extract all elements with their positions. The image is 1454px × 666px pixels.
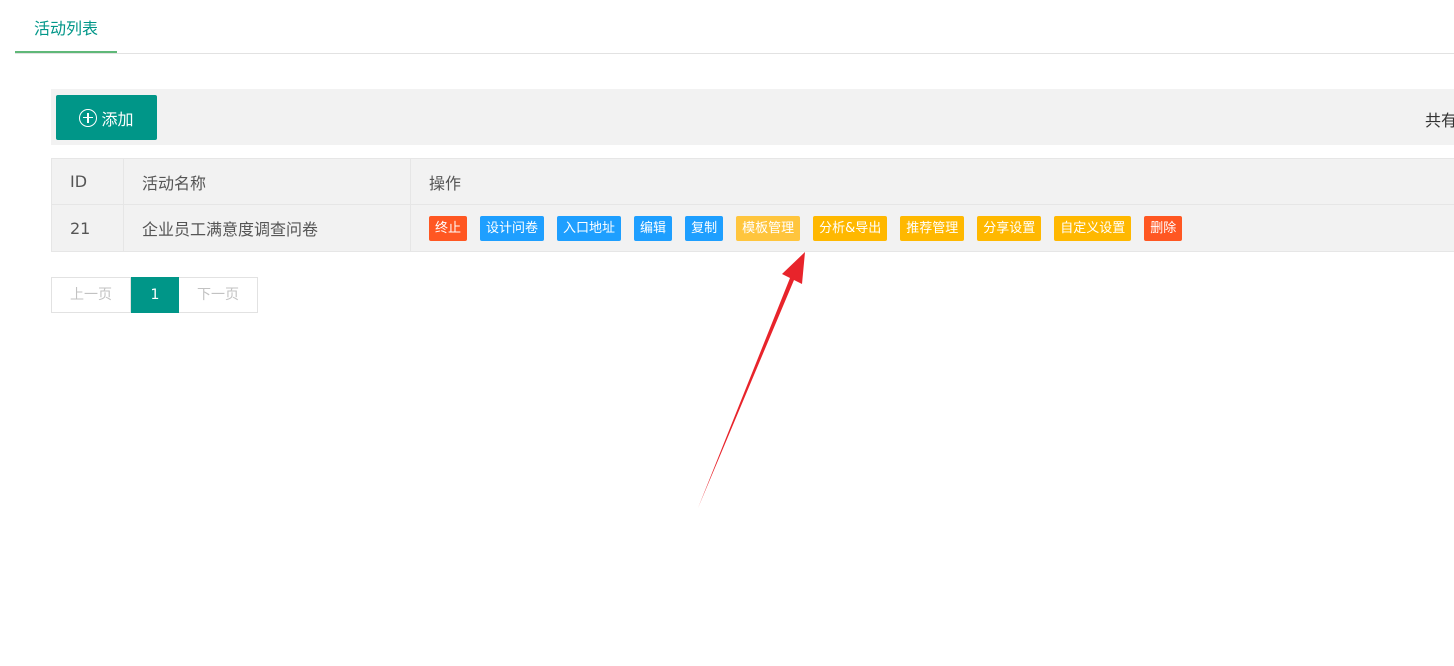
custom-settings-button[interactable]: 自定义设置 (1054, 215, 1132, 241)
header-name: 活动名称 (123, 158, 411, 205)
prev-page-button[interactable]: 上一页 (51, 277, 131, 313)
edit-button[interactable]: 编辑 (634, 215, 673, 241)
template-manage-button[interactable]: 模板管理 (736, 215, 801, 241)
share-settings-button[interactable]: 分享设置 (977, 215, 1042, 241)
recommend-manage-button[interactable]: 推荐管理 (900, 215, 965, 241)
stop-button[interactable]: 终止 (429, 215, 468, 241)
pagination: 上一页 1 下一页 (51, 277, 258, 313)
copy-button[interactable]: 复制 (685, 215, 724, 241)
tab-activity-list[interactable]: 活动列表 (15, 0, 117, 53)
plus-circle-icon (79, 108, 98, 127)
cell-id: 21 (51, 204, 124, 252)
arrow-shape (698, 252, 805, 508)
header-actions: 操作 (410, 158, 1454, 205)
add-button-label: 添加 (101, 109, 134, 129)
cell-actions: 终止 设计问卷 入口地址 编辑 复制 模板管理 分析&导出 推荐管理 分享设置 自定义设置 删除 (410, 204, 1454, 252)
delete-button[interactable]: 删除 (1144, 215, 1183, 241)
table-header-row: ID 活动名称 操作 (51, 158, 1454, 205)
toolbar: 添加 共有 (51, 89, 1454, 145)
table-row: 21 企业员工满意度调查问卷 终止 设计问卷 入口地址 编辑 复制 模板管理 分析&导出 推荐… (51, 204, 1454, 252)
tab-bar: 活动列表 (15, 0, 1454, 54)
page: 活动列表 添加 共有 ID 活动名称 操作 21 企业员工满意度调查问卷 终止 … (0, 0, 1454, 666)
next-page-button[interactable]: 下一页 (179, 277, 258, 313)
add-button[interactable]: 添加 (56, 95, 157, 140)
total-count-text: 共有 (1425, 111, 1454, 130)
design-survey-button[interactable]: 设计问卷 (480, 215, 545, 241)
cell-name: 企业员工满意度调查问卷 (123, 204, 411, 252)
analyze-export-button[interactable]: 分析&导出 (813, 215, 888, 241)
entry-url-button[interactable]: 入口地址 (557, 215, 622, 241)
current-page-button[interactable]: 1 (131, 277, 179, 313)
header-id: ID (51, 158, 124, 205)
activity-table: ID 活动名称 操作 21 企业员工满意度调查问卷 终止 设计问卷 入口地址 编辑 复制… (51, 158, 1454, 252)
